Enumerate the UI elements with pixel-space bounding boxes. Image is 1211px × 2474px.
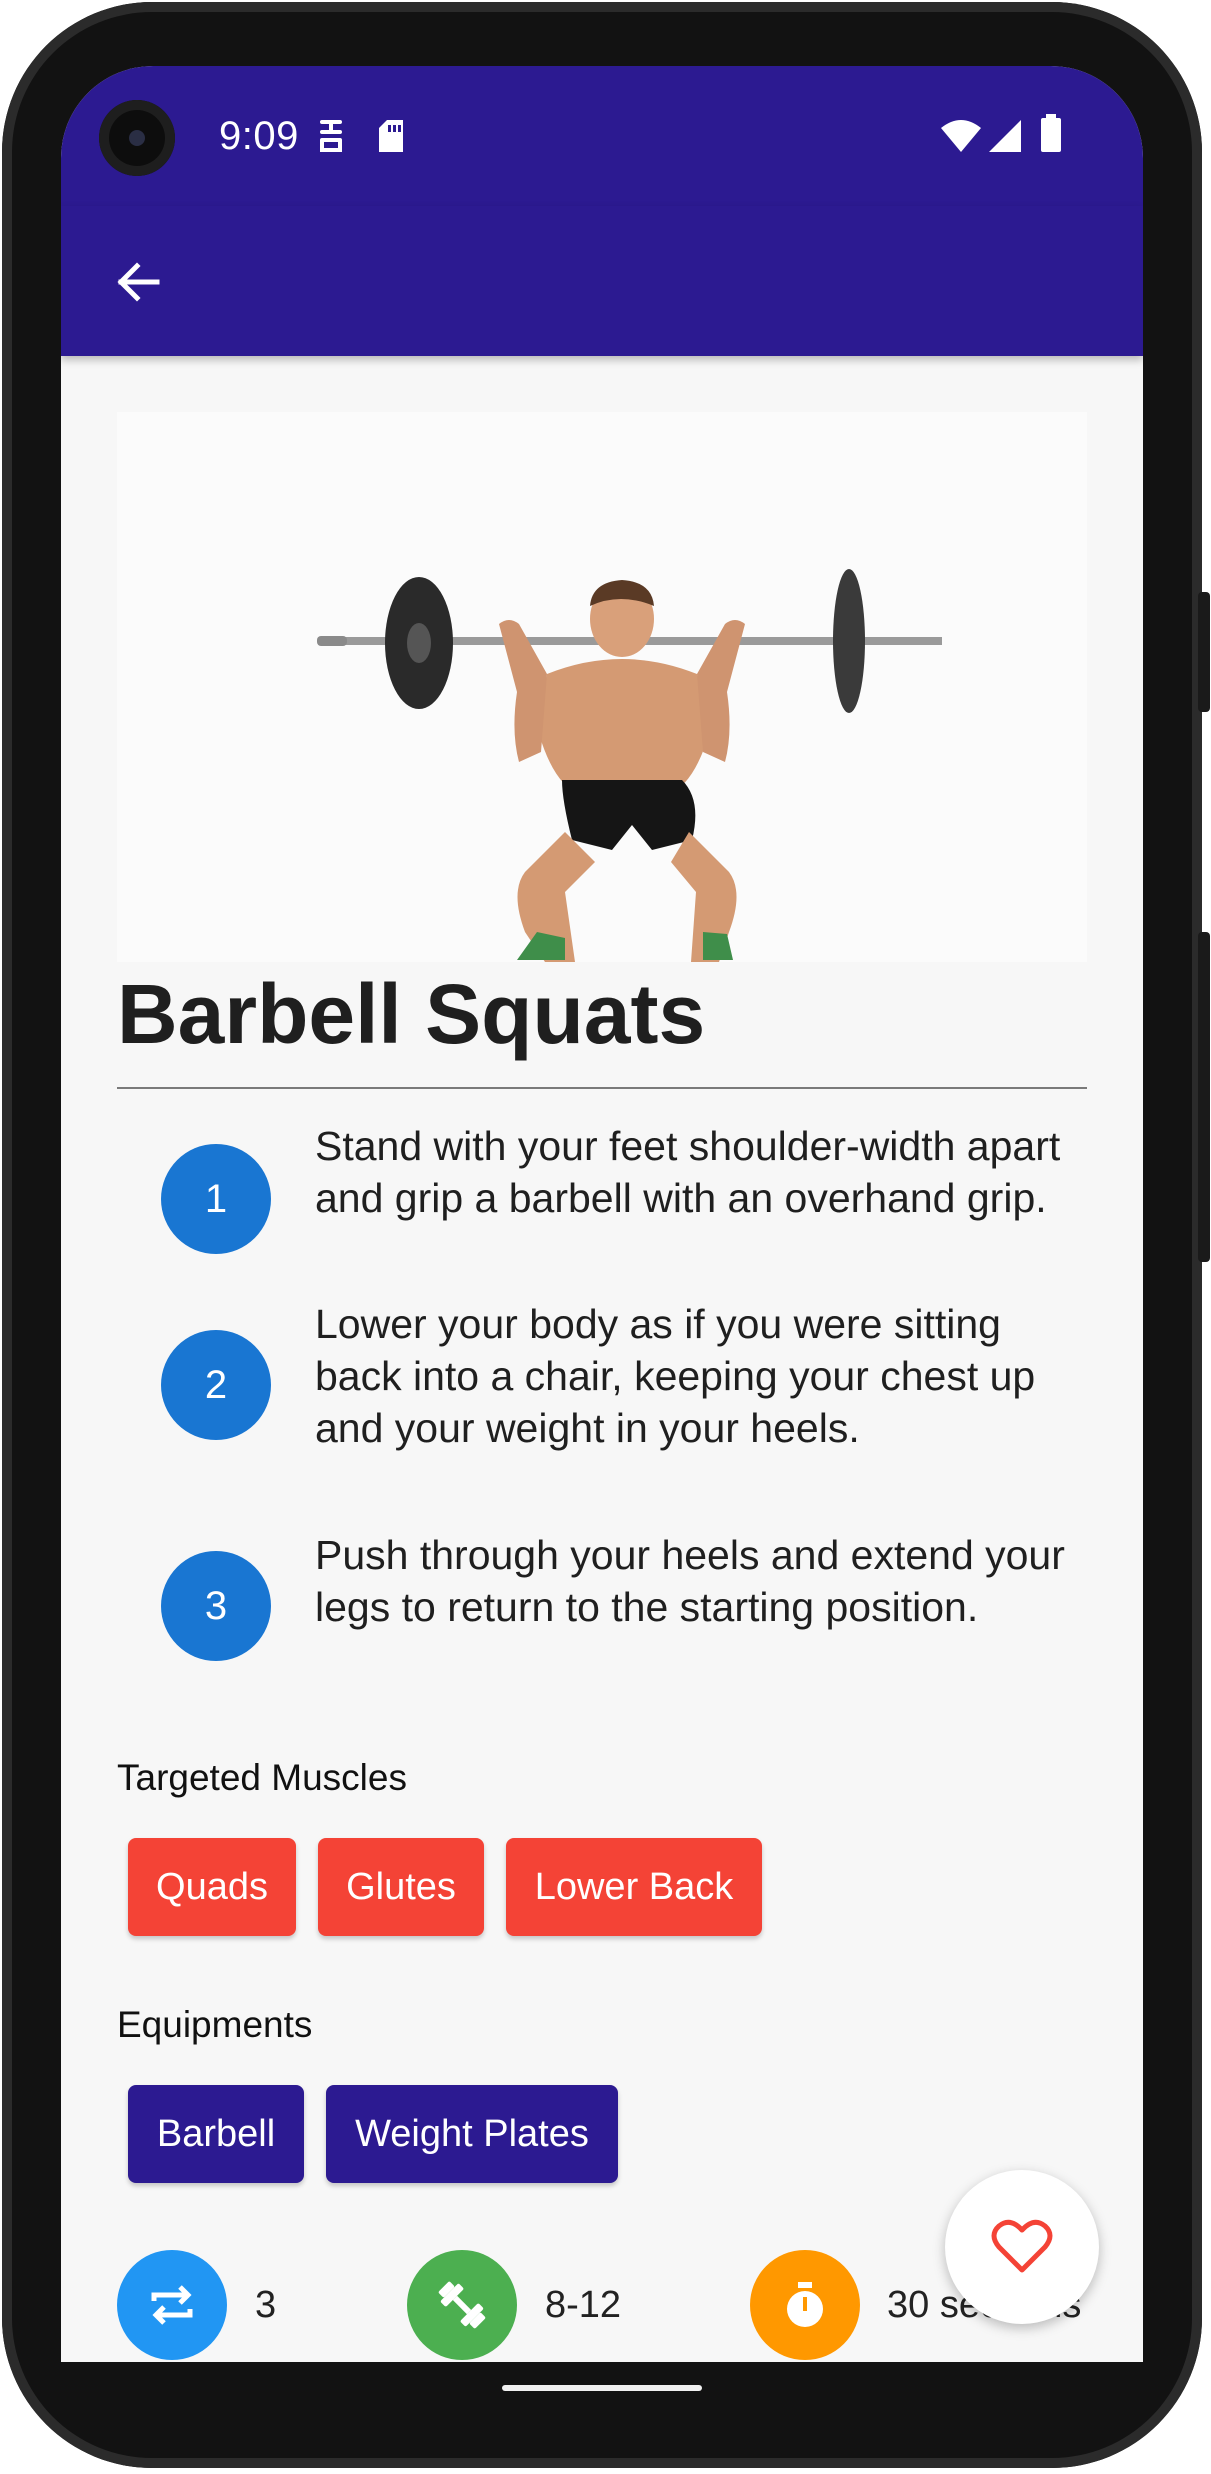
- barbell-squat-illustration: [117, 412, 1087, 962]
- repeat-icon: [117, 2250, 227, 2360]
- targeted-muscles-label: Targeted Muscles: [117, 1757, 407, 1798]
- step-text: Stand with your feet shoulder-width apar…: [315, 1123, 1061, 1221]
- step-text: Lower your body as if you were sitting b…: [315, 1301, 1036, 1451]
- step-text: Push through your heels and extend your …: [315, 1532, 1065, 1630]
- home-indicator[interactable]: [502, 2385, 702, 2391]
- wifi-icon: [941, 120, 981, 152]
- dumbbell-icon: [407, 2250, 517, 2360]
- phone-frame: 9:09 Barbell Squats 1 Stand with your fe…: [2, 2, 1210, 2468]
- title-divider: [117, 1087, 1087, 1089]
- signal-icon: [989, 120, 1021, 152]
- heart-outline-icon: [991, 2219, 1053, 2273]
- arrow-back-icon[interactable]: [111, 254, 167, 310]
- front-camera: [99, 100, 175, 176]
- power-button: [1198, 592, 1210, 712]
- muscle-chip-lower-back[interactable]: Lower Back: [506, 1838, 762, 1936]
- exercise-title: Barbell Squats: [117, 967, 706, 1061]
- equipments-label: Equipments: [117, 2004, 313, 2045]
- reps-value: 8-12: [545, 2284, 622, 2326]
- timer-icon: [750, 2250, 860, 2360]
- volume-button: [1198, 932, 1210, 1262]
- status-time: 9:09: [219, 114, 299, 158]
- sim-icon: [320, 120, 342, 152]
- muscle-chip-quads[interactable]: Quads: [128, 1838, 296, 1936]
- muscle-chip-glutes[interactable]: Glutes: [318, 1838, 484, 1936]
- step-number-badge: 3: [161, 1551, 271, 1661]
- step-number-badge: 2: [161, 1330, 271, 1440]
- exercise-image: [117, 412, 1087, 962]
- equipment-chip-weight-plates[interactable]: Weight Plates: [326, 2085, 618, 2183]
- sd-card-icon: [379, 120, 403, 152]
- favorite-button[interactable]: [945, 2170, 1099, 2324]
- app-bar: [61, 206, 1143, 356]
- sets-value: 3: [255, 2284, 277, 2326]
- status-bar: 9:09: [61, 66, 1143, 206]
- equipment-chip-barbell[interactable]: Barbell: [128, 2085, 304, 2183]
- battery-icon: [1041, 114, 1061, 152]
- screen: 9:09 Barbell Squats 1 Stand with your fe…: [61, 66, 1143, 2362]
- step-number-badge: 1: [161, 1144, 271, 1254]
